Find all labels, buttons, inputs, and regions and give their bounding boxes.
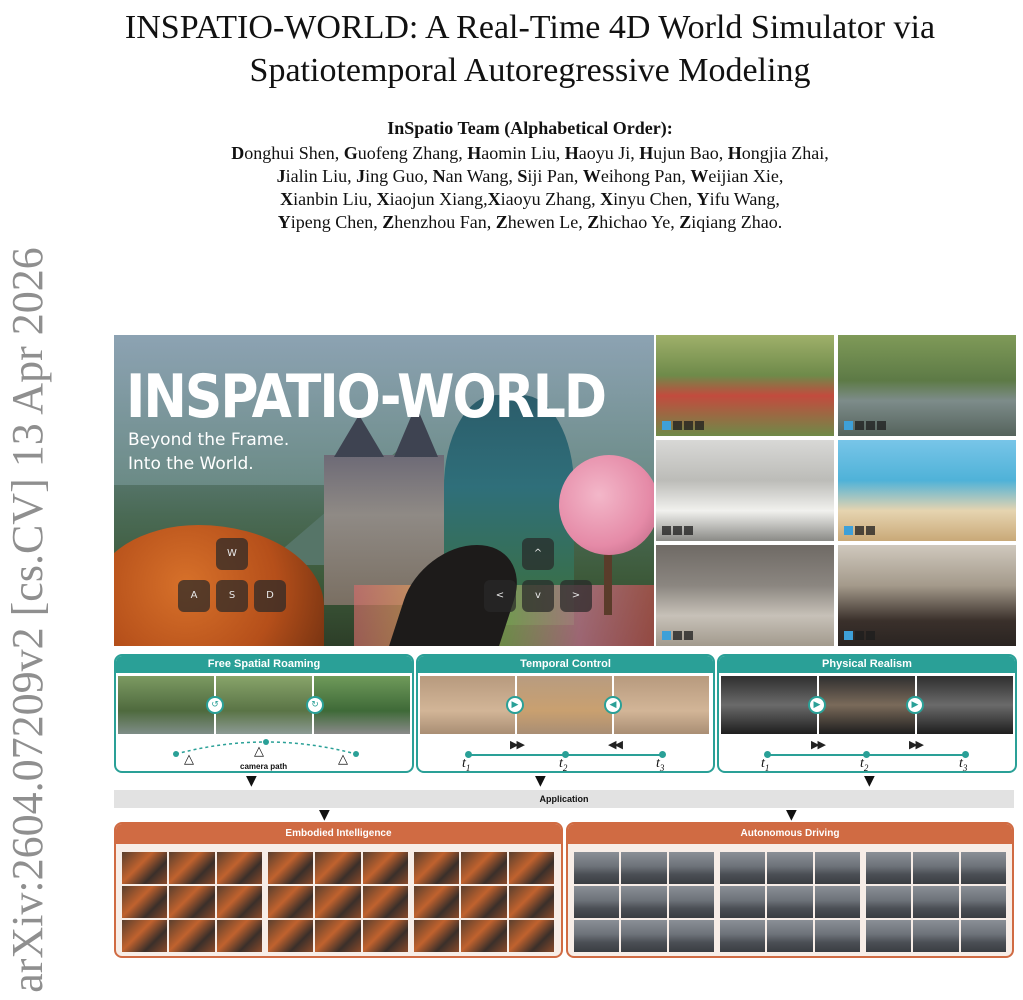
frame <box>721 676 817 734</box>
fast-forward-icon: ▶ <box>906 696 924 714</box>
panel-title: Embodied Intelligence <box>116 824 561 844</box>
hero-tree-trunk <box>604 545 612 615</box>
author-list: Donghui Shen, Guofeng Zhang, Haomin Liu,… <box>120 142 940 234</box>
example-photo-grid <box>656 335 1020 646</box>
forward-arrows: ▶▶ <box>510 738 525 751</box>
photo-cooking <box>838 545 1016 646</box>
fast-forward-icon: ▶ <box>506 696 524 714</box>
roaming-frame-strip <box>118 676 410 734</box>
time-label-t3: t3 <box>656 756 665 773</box>
control-overlay <box>844 421 886 430</box>
author-line: Yipeng Chen, Zhenzhou Fan, Zhewen Le, Zh… <box>277 212 783 232</box>
robot-mosaic <box>414 852 554 952</box>
key-w: W <box>216 538 248 570</box>
control-overlay <box>844 526 875 535</box>
backward-arrows: ◀◀ <box>608 738 623 751</box>
down-arrow-icon: ▼ <box>535 773 546 789</box>
key-s: S <box>216 580 248 612</box>
fast-forward-icon: ▶ <box>808 696 826 714</box>
time-label-t1: t1 <box>761 756 770 773</box>
camera-path-label: camera path <box>240 762 288 771</box>
panel-title: Temporal Control <box>418 656 713 673</box>
panel-temporal-control: Temporal Control ▶ ◀ ▶▶ ◀◀ t1 t2 t3 <box>416 654 715 773</box>
temporal-frame-strip <box>420 676 711 734</box>
hero-tagline-1: Beyond the Frame. <box>128 430 290 450</box>
physical-frame-strip <box>721 676 1013 734</box>
key-up: ^ <box>522 538 554 570</box>
panel-title: Autonomous Driving <box>568 824 1012 844</box>
rewind-icon: ◀ <box>604 696 622 714</box>
camera-icon: △ <box>338 752 348 767</box>
hero-brand-title: INSPATIO-WORLD <box>126 363 607 432</box>
frame <box>517 676 612 734</box>
photo-pond <box>838 335 1016 436</box>
driving-mosaic <box>574 852 714 952</box>
rotate-right-icon: ↻ <box>306 696 324 714</box>
application-bar: Application <box>114 790 1014 808</box>
panel-free-spatial-roaming: Free Spatial Roaming ↺ ↻ △ △ △ camera pa… <box>114 654 414 773</box>
frame <box>314 676 410 734</box>
arxiv-side-stamp: arXiv:2604.07209v2 [cs.CV] 13 Apr 2026 <box>3 247 52 993</box>
application-label: Application <box>539 794 589 804</box>
panel-autonomous-driving: Autonomous Driving <box>566 822 1014 958</box>
frame <box>420 676 515 734</box>
control-overlay <box>662 526 693 535</box>
down-arrow-icon: ▼ <box>864 773 875 789</box>
hero-image: INSPATIO-WORLD Beyond the Frame. Into th… <box>114 335 654 646</box>
photo-rocks <box>656 545 834 646</box>
key-a: A <box>178 580 210 612</box>
frame <box>118 676 214 734</box>
frame <box>819 676 915 734</box>
rotate-left-icon: ↺ <box>206 696 224 714</box>
team-heading: InSpatio Team (Alphabetical Order): <box>387 118 673 138</box>
control-overlay <box>662 421 704 430</box>
down-arrow-icon: ▼ <box>246 773 257 789</box>
driving-mosaic <box>866 852 1006 952</box>
time-label-t1: t1 <box>462 756 471 773</box>
author-line: Donghui Shen, Guofeng Zhang, Haomin Liu,… <box>231 143 829 163</box>
panel-embodied-intelligence: Embodied Intelligence <box>114 822 563 958</box>
paper-title: INSPATIO-WORLD: A Real-Time 4D World Sim… <box>120 6 940 92</box>
key-right: > <box>560 580 592 612</box>
control-overlay <box>844 631 875 640</box>
photo-beach <box>838 440 1016 541</box>
title-line-2: Spatiotemporal Autoregressive Modeling <box>249 52 811 89</box>
key-down: v <box>522 580 554 612</box>
photo-picnic <box>656 335 834 436</box>
forward-arrows: ▶▶ <box>811 738 826 751</box>
robot-mosaic <box>268 852 408 952</box>
title-line-1: INSPATIO-WORLD: A Real-Time 4D World Sim… <box>124 9 936 46</box>
photo-kitchen <box>656 440 834 541</box>
time-label-t2: t2 <box>559 756 568 773</box>
key-left: < <box>484 580 516 612</box>
camera-icon: △ <box>254 744 264 759</box>
panel-physical-realism: Physical Realism ▶ ▶ ▶▶ ▶▶ t1 t2 t3 <box>717 654 1017 773</box>
camera-icon: △ <box>184 752 194 767</box>
down-arrow-icon: ▼ <box>319 807 330 823</box>
frame <box>216 676 312 734</box>
panel-title: Physical Realism <box>719 656 1015 673</box>
control-overlay <box>662 631 693 640</box>
driving-mosaic <box>720 852 860 952</box>
time-label-t3: t3 <box>959 756 968 773</box>
hero-pink-tree <box>559 455 654 555</box>
time-label-t2: t2 <box>860 756 869 773</box>
frame <box>614 676 709 734</box>
hero-tagline-2: Into the World. <box>128 454 254 474</box>
panel-title: Free Spatial Roaming <box>116 656 412 673</box>
key-d: D <box>254 580 286 612</box>
robot-mosaic <box>122 852 262 952</box>
down-arrow-icon: ▼ <box>786 807 797 823</box>
author-line: Jialin Liu, Jing Guo, Nan Wang, Siji Pan… <box>276 166 784 186</box>
frame <box>917 676 1013 734</box>
author-line: Xianbin Liu, Xiaojun Xiang,Xiaoyu Zhang,… <box>280 189 780 209</box>
forward-arrows: ▶▶ <box>909 738 924 751</box>
